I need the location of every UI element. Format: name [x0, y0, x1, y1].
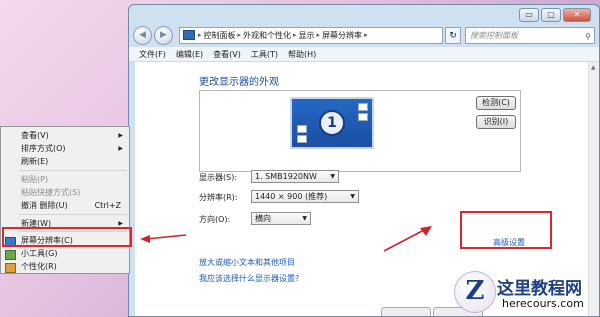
- arrow-line-right: [383, 229, 425, 252]
- site-logo-badge: Z: [454, 271, 496, 313]
- site-watermark: Z 这里教程网 herecours.com: [454, 268, 600, 317]
- arrow-line-left: [145, 234, 187, 240]
- arrow-head-left: [140, 235, 150, 243]
- site-domain: herecours.com: [502, 297, 584, 310]
- site-name: 这里教程网: [497, 279, 582, 299]
